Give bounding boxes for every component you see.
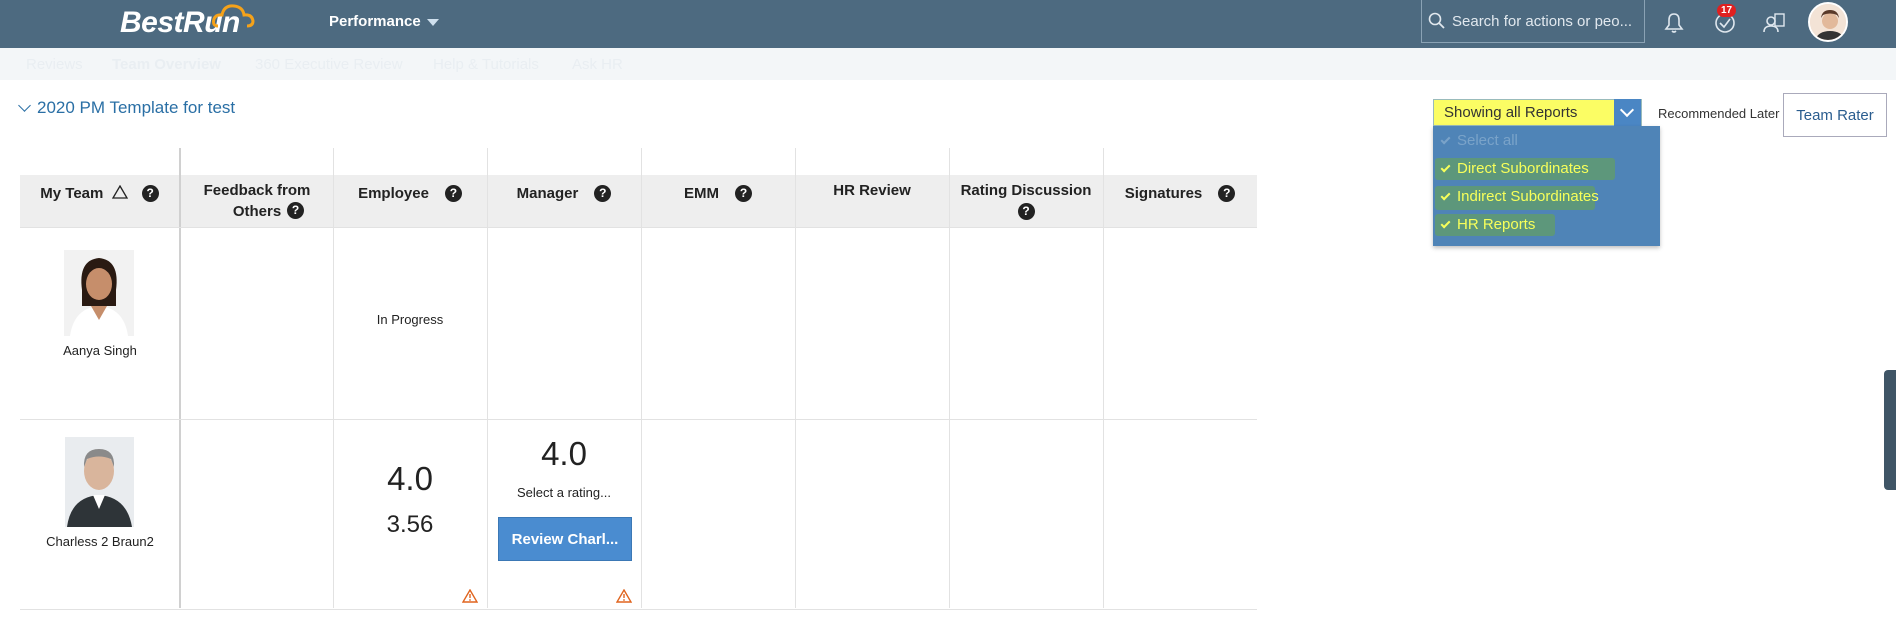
column-header-rating-discussion: Rating Discussion ? — [960, 182, 1092, 220]
warning-icon[interactable] — [462, 589, 478, 603]
menu-item-hr-reports[interactable]: HR Reports — [1440, 216, 1535, 233]
employee-photo[interactable] — [64, 250, 134, 336]
user-avatar[interactable] — [1808, 2, 1848, 42]
row-divider — [20, 227, 1257, 228]
tab-help-tutorials[interactable]: Help & Tutorials — [433, 56, 539, 73]
column-header-signatures: Signatures? — [1103, 180, 1257, 204]
employee-rating: 4.0 — [387, 460, 433, 497]
help-icon[interactable]: ? — [141, 185, 159, 202]
user-photo — [1810, 4, 1846, 40]
notification-badge: 17 — [1717, 4, 1737, 17]
filter-value: Showing all Reports — [1444, 104, 1578, 121]
employee-name[interactable]: Charless 2 Braun2 — [20, 534, 180, 549]
column-divider — [641, 148, 642, 608]
template-title-label: 2020 PM Template for test — [37, 98, 236, 117]
tab-ask-hr[interactable]: Ask HR — [572, 56, 623, 73]
bell-icon[interactable] — [1661, 10, 1687, 36]
warning-icon[interactable] — [616, 589, 632, 603]
menu-item-select-all[interactable]: Select all — [1440, 132, 1518, 149]
report-filter-menu: Select all Direct Subordinates Indirect … — [1433, 126, 1660, 246]
employee-status: In Progress — [376, 312, 444, 327]
employee-photo[interactable] — [65, 437, 134, 527]
column-header-hr-review: HR Review — [833, 182, 911, 199]
row-divider — [20, 419, 1257, 420]
menu-item-direct-subordinates[interactable]: Direct Subordinates — [1440, 160, 1589, 177]
template-title[interactable]: 2020 PM Template for test — [18, 98, 236, 118]
tab-team-overview[interactable]: Team Overview — [112, 56, 221, 73]
tab-reviews[interactable]: Reviews — [26, 56, 83, 73]
recommended-later-label: Recommended Later — [1658, 106, 1780, 121]
column-header-manager: Manager? — [487, 180, 641, 204]
team-rater-button[interactable]: Team Rater — [1783, 93, 1887, 137]
module-label: Performance — [329, 13, 421, 30]
search-box[interactable] — [1421, 0, 1645, 43]
report-filter-select[interactable]: Showing all Reports — [1433, 99, 1642, 126]
people-icon[interactable] — [1761, 10, 1787, 36]
tab-360-executive-review[interactable]: 360 Executive Review — [255, 56, 403, 73]
column-header-emm: EMM? — [641, 180, 795, 204]
sub-navigation: Reviews Team Overview 360 Executive Revi… — [0, 48, 1896, 80]
cloud-icon — [212, 4, 255, 28]
chevron-down-icon — [18, 99, 31, 112]
help-icon[interactable]: ? — [735, 185, 752, 202]
help-icon[interactable]: ? — [594, 185, 612, 202]
column-divider — [333, 148, 334, 608]
chevron-down-icon — [426, 18, 439, 26]
help-icon[interactable]: ? — [444, 185, 462, 202]
side-feedback-tab[interactable] — [1884, 370, 1896, 490]
check-icon — [1440, 218, 1451, 229]
employee-score: 3.56 — [386, 511, 434, 538]
search-icon — [1428, 12, 1445, 29]
search-input[interactable] — [1452, 12, 1642, 30]
menu-item-indirect-subordinates[interactable]: Indirect Subordinates — [1440, 188, 1599, 205]
row-divider — [20, 609, 1257, 610]
column-header-my-team[interactable]: My Team ? — [20, 180, 179, 204]
help-icon[interactable]: ? — [1218, 185, 1236, 202]
manager-rating-hint[interactable]: Select a rating... — [487, 485, 641, 500]
manager-rating: 4.0 — [541, 435, 587, 472]
shell-bar: BestRun Performance 17 — [0, 0, 1896, 48]
column-header-feedback: Feedback from Others ? — [203, 182, 311, 220]
check-icon — [1440, 134, 1451, 145]
column-header-employee: Employee? — [333, 180, 487, 204]
column-divider — [487, 148, 488, 608]
check-icon — [1440, 162, 1451, 173]
sort-ascending-icon[interactable] — [111, 184, 128, 199]
chevron-down-icon[interactable] — [1614, 99, 1641, 126]
help-icon[interactable]: ? — [287, 202, 304, 219]
check-icon — [1440, 190, 1451, 201]
module-switcher[interactable]: Performance — [329, 13, 439, 30]
column-divider — [795, 148, 796, 608]
help-icon[interactable]: ? — [1017, 203, 1035, 220]
column-divider — [1103, 148, 1104, 608]
employee-name[interactable]: Aanya Singh — [20, 343, 180, 358]
review-employee-button[interactable]: Review Charl... — [498, 517, 632, 561]
bestrun-logo[interactable]: BestRun — [120, 4, 255, 40]
